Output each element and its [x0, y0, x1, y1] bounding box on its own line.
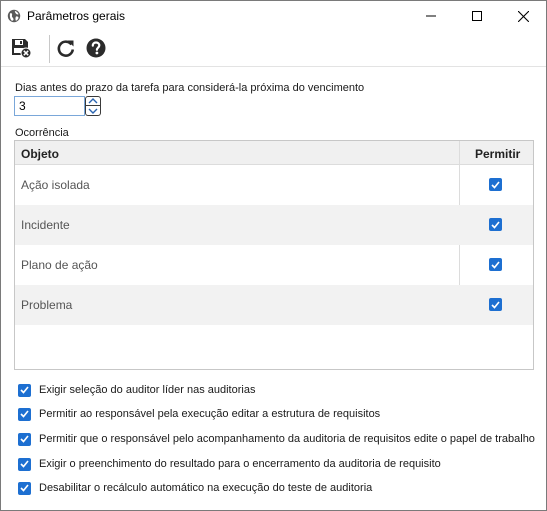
objeto-cell: Ação isolada: [21, 178, 90, 192]
table-row[interactable]: Ação isolada: [15, 165, 533, 205]
days-before-deadline-spinner: [14, 96, 102, 116]
option-label: Permitir que o responsável pelo acompanh…: [39, 433, 535, 445]
globe-icon: [7, 9, 21, 23]
title-bar[interactable]: Parâmetros gerais: [1, 1, 546, 31]
occurrence-label: Ocorrência: [15, 127, 69, 139]
save-close-button[interactable]: [10, 38, 32, 60]
permitir-checkbox[interactable]: [489, 178, 502, 191]
table-header: Objeto Permitir: [15, 141, 533, 165]
occurrence-table: Objeto Permitir Ação isolada Incidente P…: [14, 140, 534, 370]
help-button[interactable]: [85, 38, 107, 60]
close-button[interactable]: [500, 1, 546, 31]
objeto-cell: Plano de ação: [21, 258, 98, 272]
option-label: Exigir o preenchimento do resultado para…: [39, 458, 441, 470]
column-header-objeto[interactable]: Objeto: [21, 147, 59, 161]
refresh-button[interactable]: [55, 38, 77, 60]
option-require-lead-auditor[interactable]: Exigir seleção do auditor líder nas audi…: [18, 382, 255, 398]
minimize-icon: [426, 11, 436, 21]
option-checkbox[interactable]: [18, 383, 31, 397]
window-title: Parâmetros gerais: [27, 9, 126, 23]
option-allow-edit-workpaper[interactable]: Permitir que o responsável pelo acompanh…: [18, 431, 535, 447]
minimize-button[interactable]: [408, 1, 454, 31]
option-require-result[interactable]: Exigir o preenchimento do resultado para…: [18, 456, 441, 472]
permitir-checkbox[interactable]: [489, 258, 502, 271]
save-close-icon: [10, 37, 32, 62]
option-checkbox[interactable]: [18, 457, 31, 471]
permitir-checkbox[interactable]: [489, 218, 502, 231]
days-before-deadline-input[interactable]: [14, 96, 85, 116]
option-checkbox[interactable]: [18, 432, 31, 446]
help-icon: [86, 38, 106, 61]
close-icon: [517, 10, 529, 22]
objeto-cell: Problema: [21, 298, 73, 312]
option-label: Exigir seleção do auditor líder nas audi…: [39, 384, 256, 396]
spin-down-button[interactable]: [85, 106, 101, 116]
objeto-cell: Incidente: [21, 218, 70, 232]
maximize-icon: [472, 11, 482, 21]
toolbar-separator: [49, 35, 50, 63]
option-label: Permitir ao responsável pela execução ed…: [39, 408, 381, 420]
dialog-window: Parâmetros gerais Dias antes do prazo da…: [0, 0, 547, 511]
refresh-icon: [56, 38, 76, 61]
option-label: Desabilitar o recálculo automático na ex…: [39, 482, 373, 494]
maximize-button[interactable]: [454, 1, 500, 31]
days-before-deadline-label: Dias antes do prazo da tarefa para consi…: [15, 82, 365, 94]
option-checkbox[interactable]: [18, 407, 31, 421]
table-row[interactable]: Plano de ação: [15, 245, 533, 285]
table-row[interactable]: Problema: [15, 285, 533, 325]
toolbar: [1, 31, 546, 67]
permitir-checkbox[interactable]: [489, 298, 502, 311]
column-header-permitir[interactable]: Permitir: [475, 147, 520, 161]
option-allow-edit-requirements[interactable]: Permitir ao responsável pela execução ed…: [18, 406, 380, 422]
option-checkbox[interactable]: [18, 481, 31, 495]
table-row[interactable]: Incidente: [15, 205, 533, 245]
chevron-down-icon: [88, 105, 98, 117]
option-disable-auto-recalc[interactable]: Desabilitar o recálculo automático na ex…: [18, 480, 372, 496]
